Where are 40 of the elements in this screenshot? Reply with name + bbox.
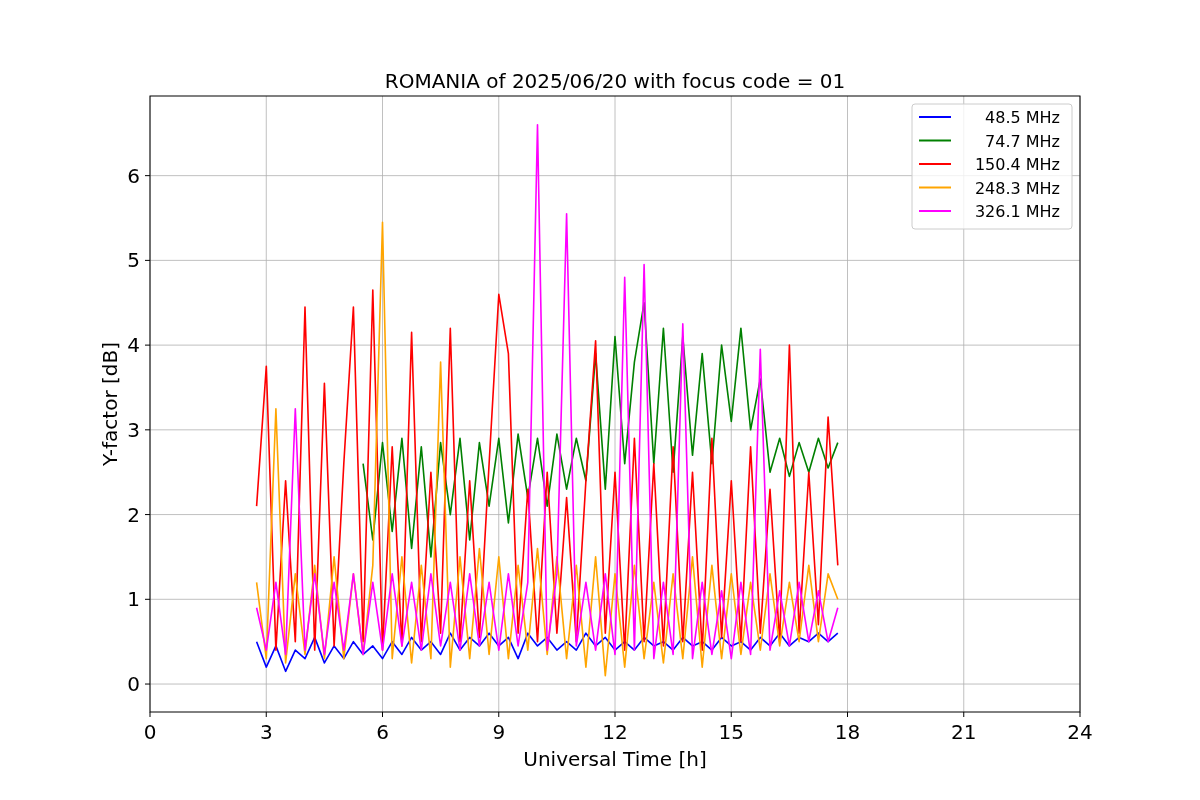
tick-mark xyxy=(144,598,151,600)
tick-mark xyxy=(730,711,732,718)
tick-mark xyxy=(847,711,848,718)
legend-label: 74.7 MHz xyxy=(985,131,1060,151)
x-tick-label: 6 xyxy=(376,720,389,744)
x-tick-label: 18 xyxy=(834,720,861,744)
tick-mark xyxy=(614,711,616,718)
y-axis-label: Y-factor [dB] xyxy=(98,342,122,466)
y-tick-label: 4 xyxy=(127,333,140,358)
x-tick-label: 24 xyxy=(1067,720,1093,744)
y-tick-label: 6 xyxy=(127,163,140,188)
legend-label: 150.4 MHz xyxy=(974,155,1060,174)
tick-mark xyxy=(144,344,151,346)
y-tick-label: 5 xyxy=(127,248,140,273)
tick-mark xyxy=(144,175,151,177)
x-tick-label: 0 xyxy=(143,720,157,744)
x-tick-label: 15 xyxy=(718,720,744,744)
tick-mark xyxy=(498,711,500,718)
tick-mark xyxy=(382,711,383,718)
legend-label: 248.3 MHz xyxy=(974,178,1060,198)
y-tick-label: 2 xyxy=(127,502,140,527)
x-tick-label: 3 xyxy=(259,720,273,744)
tick-mark xyxy=(149,711,151,718)
tick-mark xyxy=(144,683,151,685)
legend-label: 48.5 MHz xyxy=(985,108,1060,127)
x-tick-label: 21 xyxy=(951,720,977,744)
tick-mark xyxy=(265,711,267,718)
tick-mark xyxy=(144,514,151,516)
chart-title: ROMANIA of 2025/06/20 with focus code = 01 xyxy=(384,69,846,93)
y-tick-label: 1 xyxy=(127,587,140,612)
legend-label: 326.1 MHz xyxy=(974,202,1060,221)
x-tick-label: 9 xyxy=(492,720,506,744)
tick-mark xyxy=(144,259,151,261)
x-tick-label: 12 xyxy=(602,720,628,744)
y-tick-label: 3 xyxy=(127,417,140,442)
tick-mark xyxy=(144,429,151,431)
x-axis-label: Universal Time [h] xyxy=(523,747,707,771)
tick-mark xyxy=(963,711,965,718)
tick-mark xyxy=(1079,711,1081,718)
y-tick-label: 0 xyxy=(127,672,140,697)
